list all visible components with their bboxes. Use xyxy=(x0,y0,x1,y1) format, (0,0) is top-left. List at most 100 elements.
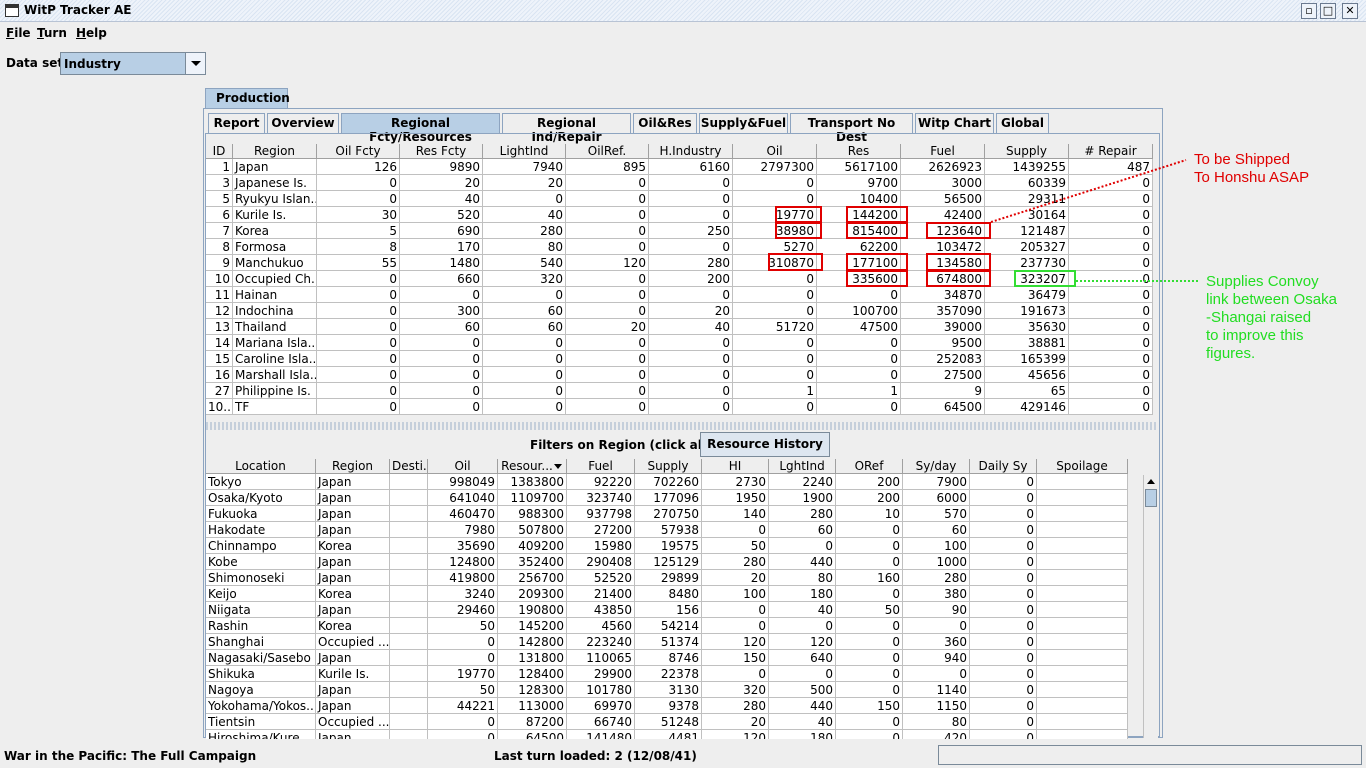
region-table-column-header[interactable]: LightInd xyxy=(483,144,566,159)
location-table-cell: 460470 xyxy=(428,506,498,522)
location-table-cell xyxy=(390,650,428,666)
split-divider[interactable] xyxy=(206,422,1158,430)
region-table-cell: 429146 xyxy=(985,399,1069,415)
tab-overview[interactable]: Overview xyxy=(267,113,339,133)
location-table-column-header[interactable]: Sy/day xyxy=(903,459,970,474)
region-table-cell: 0 xyxy=(649,287,733,303)
location-table-cell xyxy=(1037,666,1128,682)
region-table-cell: 0 xyxy=(566,351,649,367)
region-table-cell: 0 xyxy=(566,335,649,351)
tab-report[interactable]: Report xyxy=(208,113,265,133)
dataset-select[interactable]: Industry xyxy=(60,52,206,75)
region-table-column-header[interactable]: # Repair xyxy=(1069,144,1153,159)
location-table-column-header[interactable]: Spoilage xyxy=(1037,459,1128,474)
location-table-cell: 440 xyxy=(769,698,836,714)
menu-turn[interactable]: Turn xyxy=(37,26,67,40)
region-table-column-header[interactable]: Supply xyxy=(985,144,1069,159)
region-table-cell: 64500 xyxy=(901,399,985,415)
highlight-box xyxy=(926,253,991,271)
region-table-column-header[interactable]: Oil Fcty xyxy=(317,144,400,159)
region-table-cell: 20 xyxy=(483,175,566,191)
minimize-icon[interactable]: ▫ xyxy=(1301,3,1317,19)
region-table-column-header[interactable]: H.Industry xyxy=(649,144,733,159)
location-table-column-header[interactable]: HI xyxy=(702,459,769,474)
location-table-column-header[interactable]: Oil xyxy=(428,459,498,474)
location-table-column-header[interactable]: ORef xyxy=(836,459,903,474)
region-table-column-header[interactable]: OilRef. xyxy=(566,144,649,159)
location-table-cell: 2240 xyxy=(769,474,836,490)
region-table-column-header[interactable]: Oil xyxy=(733,144,817,159)
location-table-cell: 0 xyxy=(970,602,1037,618)
region-table-cell: 0 xyxy=(317,399,400,415)
region-table-cell: 895 xyxy=(566,159,649,175)
location-table-cell: 10 xyxy=(836,506,903,522)
scroll-up-icon[interactable] xyxy=(1144,475,1158,489)
scroll-thumb[interactable] xyxy=(1145,489,1157,507)
location-table-cell: 0 xyxy=(970,570,1037,586)
location-table-column-header[interactable]: Region xyxy=(316,459,390,474)
location-table-column-header[interactable]: Supply xyxy=(635,459,702,474)
tab-regional-fcty-resources[interactable]: Regional Fcty/Resources xyxy=(341,113,500,144)
location-table-cell: 0 xyxy=(970,634,1037,650)
region-table-column-header[interactable]: Region xyxy=(233,144,317,159)
region-table-cell: 0 xyxy=(817,367,901,383)
location-table-column-header[interactable]: Desti... xyxy=(390,459,428,474)
location-table-cell: 0 xyxy=(970,474,1037,490)
tab-oil-res[interactable]: Oil&Res xyxy=(633,113,697,133)
location-table-cell: Keijo xyxy=(206,586,316,602)
region-table-cell: 0 xyxy=(483,351,566,367)
location-table-cell: 0 xyxy=(970,506,1037,522)
location-table-cell xyxy=(1037,474,1128,490)
highlight-box xyxy=(846,222,908,239)
region-table-cell: 0 xyxy=(1069,191,1153,207)
tab-transport-no-dest[interactable]: Transport No Dest xyxy=(790,113,913,144)
location-table-cell xyxy=(1037,586,1128,602)
tab-witp-chart[interactable]: Witp Chart xyxy=(915,113,994,133)
region-table-column-header[interactable]: Res Fcty xyxy=(400,144,483,159)
menu-file[interactable]: File xyxy=(6,26,31,40)
region-table-cell: 0 xyxy=(317,303,400,319)
status-campaign: War in the Pacific: The Full Campaign xyxy=(4,749,257,763)
vertical-scrollbar[interactable] xyxy=(1143,475,1158,738)
location-table-cell: 43850 xyxy=(567,602,635,618)
region-table-cell: 0 xyxy=(733,271,817,287)
location-table-cell: 9378 xyxy=(635,698,702,714)
location-table-cell: 0 xyxy=(428,714,498,730)
region-table-column-header[interactable]: ID xyxy=(206,144,233,159)
tab-supply-fuel[interactable]: Supply&Fuel xyxy=(699,113,788,133)
tab-regional-ind-repair[interactable]: Regional Ind/Repair xyxy=(502,113,631,144)
region-table-cell: 0 xyxy=(317,383,400,399)
region-table-cell: 1 xyxy=(206,159,233,175)
chevron-down-icon[interactable] xyxy=(185,53,205,74)
region-table-cell: 1439255 xyxy=(985,159,1069,175)
location-table-cell xyxy=(1037,714,1128,730)
location-table-column-header[interactable]: Fuel xyxy=(567,459,635,474)
menu-help[interactable]: Help xyxy=(76,26,107,40)
close-icon[interactable]: ✕ xyxy=(1342,3,1358,19)
region-table-cell: 0 xyxy=(400,383,483,399)
annotation-green-line: Supplies Convoy xyxy=(1206,273,1319,290)
region-table-cell: 0 xyxy=(317,175,400,191)
location-table-cell: 145200 xyxy=(498,618,567,634)
region-table-cell: 6160 xyxy=(649,159,733,175)
location-table-column-header[interactable]: Daily Sy xyxy=(970,459,1037,474)
region-table-cell: 1 xyxy=(817,383,901,399)
region-table-cell: 9 xyxy=(206,255,233,271)
region-table-cell: 20 xyxy=(649,303,733,319)
resource-history-button[interactable]: Resource History xyxy=(700,432,830,457)
location-table-column-header[interactable]: Resour... xyxy=(498,459,567,474)
region-table-cell: 5 xyxy=(206,191,233,207)
region-table-cell: 51720 xyxy=(733,319,817,335)
location-table-cell: 0 xyxy=(836,618,903,634)
location-table-cell: 209300 xyxy=(498,586,567,602)
maximize-icon[interactable]: □ xyxy=(1320,3,1336,19)
tab-production[interactable]: Production xyxy=(205,88,290,109)
tab-global[interactable]: Global xyxy=(996,113,1049,133)
region-table-column-header[interactable]: Fuel xyxy=(901,144,985,159)
location-table-cell: 156 xyxy=(635,602,702,618)
location-table-column-header[interactable]: LghtInd xyxy=(769,459,836,474)
location-table-cell: 3240 xyxy=(428,586,498,602)
location-table-column-header[interactable]: Location xyxy=(206,459,316,474)
region-table-column-header[interactable]: Res xyxy=(817,144,901,159)
region-table-cell: Korea xyxy=(233,223,317,239)
